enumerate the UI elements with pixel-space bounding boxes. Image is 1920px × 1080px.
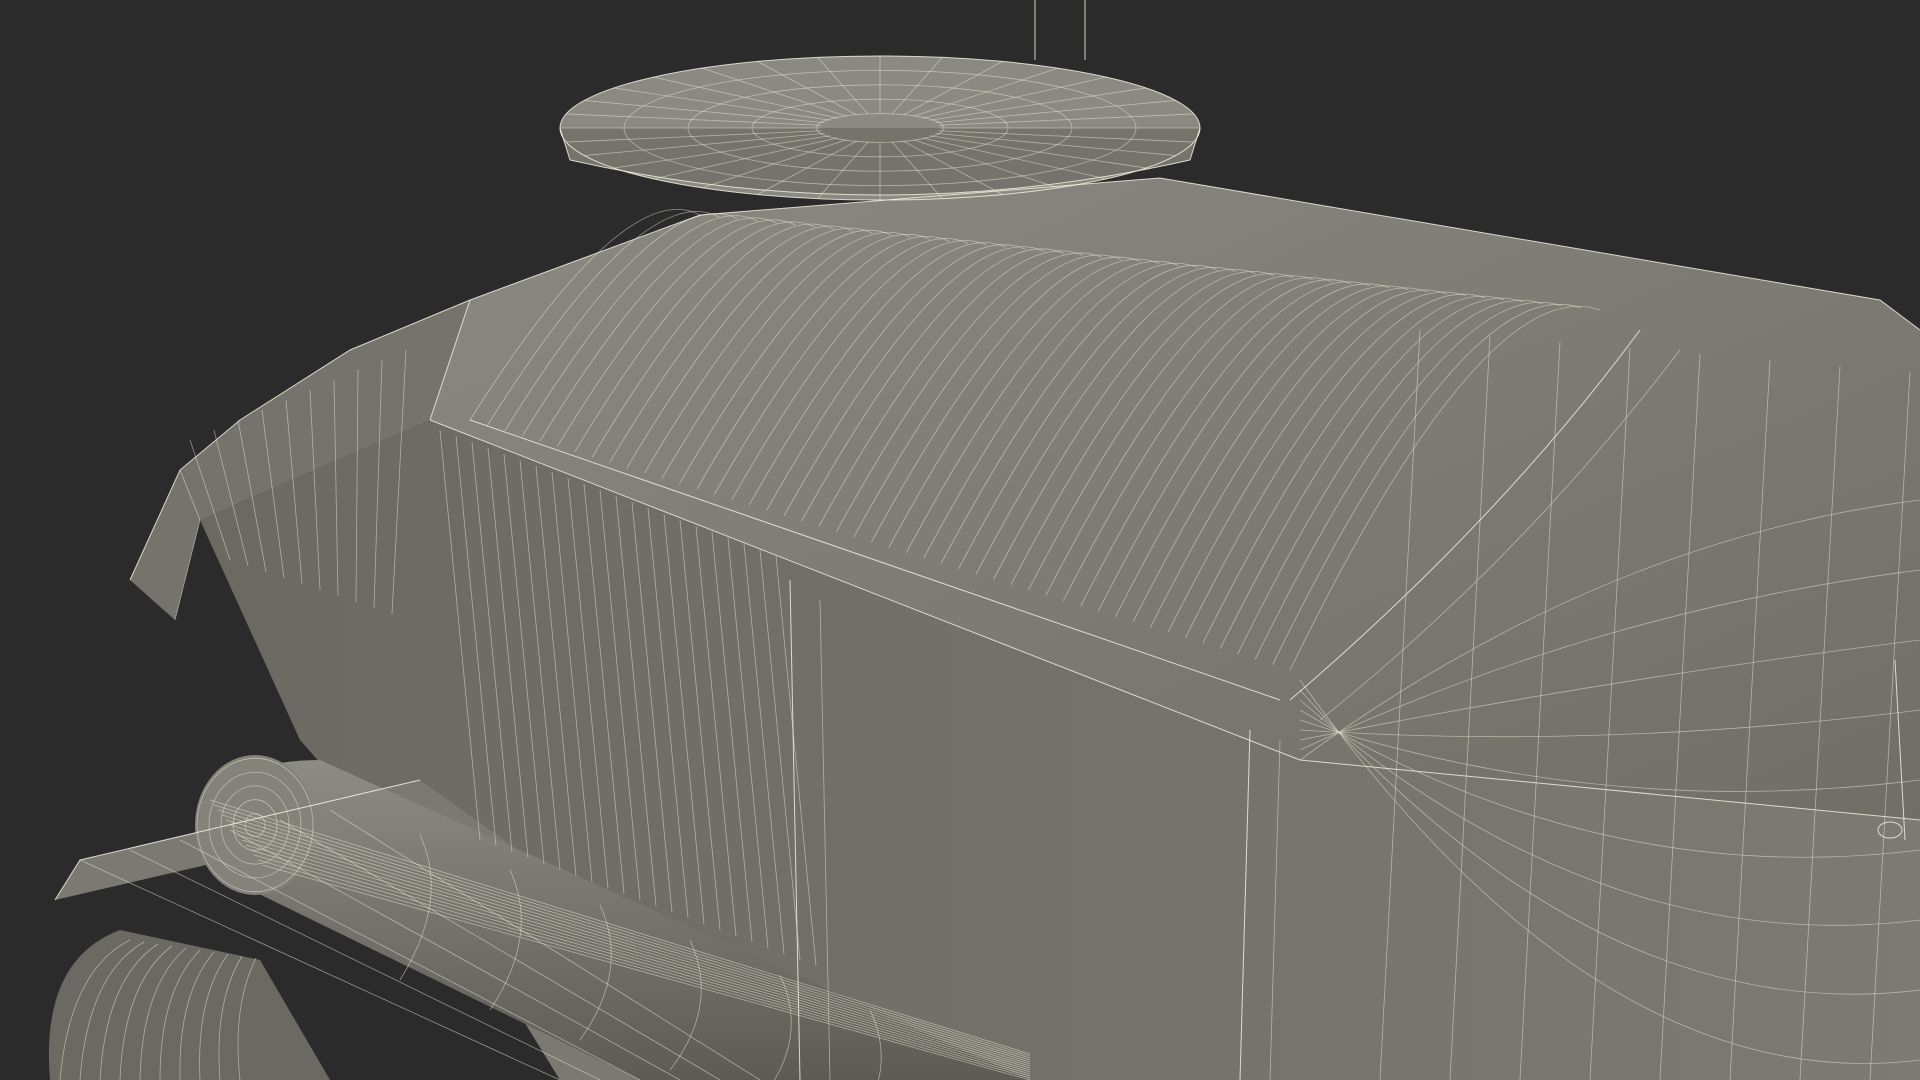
wheel (48, 930, 331, 1080)
wireframe-render (48, 0, 1920, 1080)
render-viewport (0, 0, 1920, 1080)
